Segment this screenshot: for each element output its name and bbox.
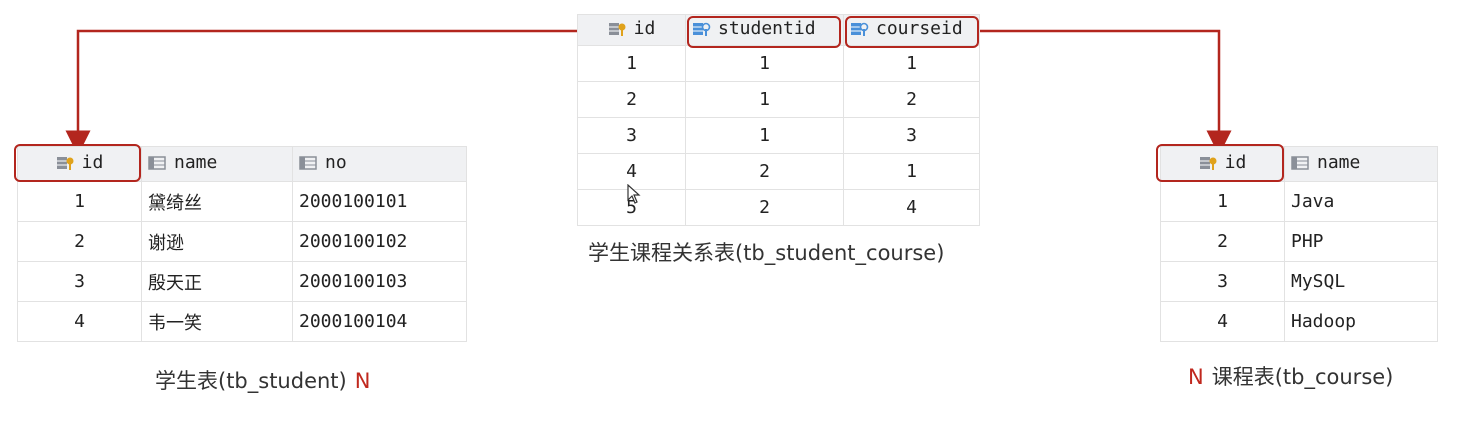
caption-text: 课程表(tb_course) — [1211, 365, 1394, 389]
cell-studentid[interactable]: 2 — [685, 189, 844, 226]
cell-id[interactable]: 1 — [577, 45, 686, 82]
student-id-highlight — [14, 144, 141, 182]
column-header-name[interactable]: name — [1284, 146, 1438, 182]
cell-no[interactable]: 2000100104 — [292, 301, 467, 342]
cell-id[interactable]: 3 — [577, 117, 686, 154]
table-row[interactable]: 3 MySQL — [1160, 261, 1438, 302]
cell-name[interactable]: 谢逊 — [141, 221, 293, 262]
mouse-cursor-icon — [627, 184, 641, 204]
courseid-to-course-id-arrow — [979, 29, 1232, 156]
relation-table-caption: 学生课程关系表(tb_student_course) — [588, 241, 945, 265]
table-row[interactable]: 3 殷天正 2000100103 — [17, 261, 467, 302]
cell-studentid[interactable]: 1 — [685, 117, 844, 154]
table-row[interactable]: 2 PHP — [1160, 221, 1438, 262]
table-row[interactable]: 1 Java — [1160, 181, 1438, 222]
cell-no[interactable]: 2000100102 — [292, 221, 467, 262]
cell-name[interactable]: Java — [1284, 181, 1438, 222]
cell-studentid[interactable]: 1 — [685, 81, 844, 118]
course-table-caption: N 课程表(tb_course) — [1180, 361, 1393, 391]
column-icon — [148, 156, 166, 170]
column-header-id[interactable]: id — [577, 14, 686, 46]
cell-id[interactable]: 3 — [17, 261, 142, 302]
header-label: id — [633, 18, 656, 40]
table-row[interactable]: 4 Hadoop — [1160, 301, 1438, 342]
cell-id[interactable]: 2 — [1160, 221, 1285, 262]
cell-id[interactable]: 4 — [1160, 301, 1285, 342]
cell-id[interactable]: 1 — [1160, 181, 1285, 222]
cell-courseid[interactable]: 4 — [843, 189, 980, 226]
cell-no[interactable]: 2000100103 — [292, 261, 467, 302]
header-label: name — [174, 152, 218, 174]
table-row[interactable]: 4 韦一笑 2000100104 — [17, 301, 467, 342]
cell-id[interactable]: 3 — [1160, 261, 1285, 302]
cell-name[interactable]: MySQL — [1284, 261, 1438, 302]
courseid-highlight — [845, 16, 979, 48]
cell-name[interactable]: Hadoop — [1284, 301, 1438, 342]
caption-text: 学生表(tb_student) — [155, 369, 347, 393]
multiplicity-label: N — [354, 369, 371, 393]
cell-id[interactable]: 4 — [17, 301, 142, 342]
cell-courseid[interactable]: 1 — [843, 153, 980, 190]
cell-courseid[interactable]: 3 — [843, 117, 980, 154]
table-row[interactable]: 3 1 3 — [577, 117, 980, 154]
cell-studentid[interactable]: 1 — [685, 45, 844, 82]
table-row[interactable]: 2 1 2 — [577, 81, 980, 118]
header-label: name — [1317, 152, 1361, 174]
table-row[interactable]: 1 黛绮丝 2000100101 — [17, 181, 467, 222]
table-row[interactable]: 2 谢逊 2000100102 — [17, 221, 467, 262]
cell-id[interactable]: 1 — [17, 181, 142, 222]
cell-name[interactable]: 殷天正 — [141, 261, 293, 302]
studentid-highlight — [687, 16, 841, 48]
key-column-icon — [608, 22, 626, 36]
cell-studentid[interactable]: 2 — [685, 153, 844, 190]
cell-id[interactable]: 2 — [577, 81, 686, 118]
cell-name[interactable]: 黛绮丝 — [141, 181, 293, 222]
cell-name[interactable]: 韦一笑 — [141, 301, 293, 342]
cell-no[interactable]: 2000100101 — [292, 181, 467, 222]
cell-courseid[interactable]: 1 — [843, 45, 980, 82]
cell-name[interactable]: PHP — [1284, 221, 1438, 262]
multiplicity-label: N — [1188, 365, 1204, 389]
student-table-caption: 学生表(tb_student) N — [155, 365, 378, 395]
course-id-highlight — [1156, 144, 1284, 182]
cell-courseid[interactable]: 2 — [843, 81, 980, 118]
cell-id[interactable]: 2 — [17, 221, 142, 262]
table-row[interactable]: 1 1 1 — [577, 45, 980, 82]
column-icon — [299, 156, 317, 170]
column-header-no[interactable]: no — [292, 146, 467, 182]
header-label: no — [325, 152, 347, 174]
column-header-name[interactable]: name — [141, 146, 293, 182]
column-icon — [1291, 156, 1309, 170]
